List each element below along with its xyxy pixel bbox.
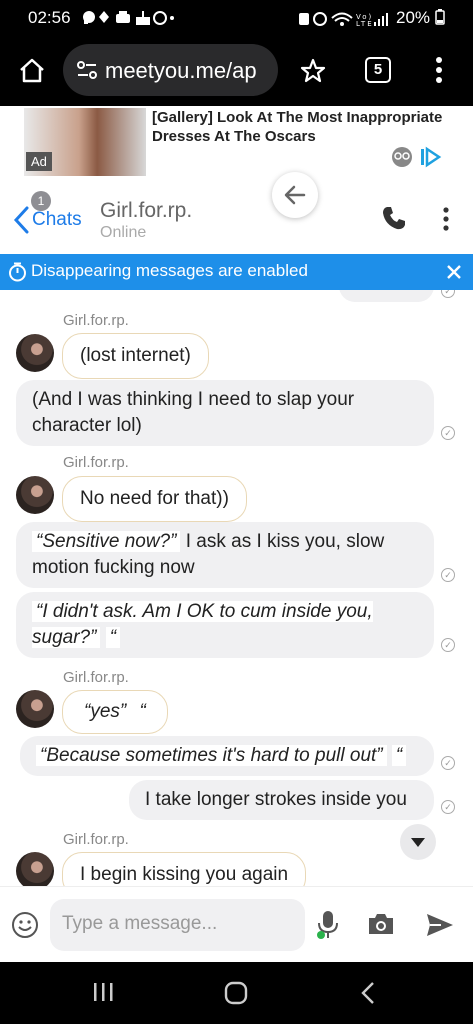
ad-label: Ad	[26, 152, 52, 171]
call-icon[interactable]	[381, 205, 407, 231]
camera-icon[interactable]	[367, 912, 395, 936]
avatar[interactable]	[16, 852, 54, 886]
send-icon[interactable]	[425, 912, 455, 938]
notification-icon-row	[83, 11, 174, 25]
read-check-icon: ✓	[441, 290, 455, 298]
quoted-text: “I didn't ask. Am I OK to cum inside you…	[32, 601, 373, 648]
microphone-icon[interactable]	[314, 909, 342, 941]
message-text: I begin kissing you again	[80, 864, 289, 885]
address-bar[interactable]: meetyou.me/ap	[63, 44, 278, 96]
read-check-icon: ✓	[441, 756, 455, 770]
clock: 02:56	[28, 8, 71, 27]
recent-apps-icon[interactable]	[92, 981, 114, 1003]
message-bubble[interactable]: “Because sometimes it's hard to pull out…	[20, 736, 434, 776]
close-icon[interactable]	[447, 265, 461, 279]
chat-menu-icon[interactable]	[441, 206, 451, 232]
browser-back-button[interactable]	[272, 172, 318, 218]
svg-text:LTE: LTE	[356, 20, 374, 28]
message-text: No need for that))	[80, 488, 229, 509]
status-bar: 02:56 Vo) LTE 20%	[0, 0, 473, 36]
battery-icon	[435, 9, 445, 25]
message-sender: Girl.for.rp.	[63, 312, 129, 329]
message-bubble[interactable]: I take longer strokes inside you	[129, 780, 434, 820]
home-nav-icon[interactable]	[224, 981, 248, 1005]
read-check-icon: ✓	[441, 800, 455, 814]
message-text: (And I was thinking I need to slap your …	[32, 389, 355, 436]
trailing-quote: “	[391, 745, 407, 766]
arrow-left-icon[interactable]	[283, 183, 307, 207]
emoji-icon[interactable]	[11, 911, 39, 939]
avatar[interactable]	[16, 334, 54, 372]
read-check-icon: ✓	[441, 426, 455, 440]
quoted-text: “Sensitive now?”	[32, 531, 181, 552]
message-list[interactable]: ✓ Girl.for.rp. (lost internet) (And I wa…	[0, 290, 473, 886]
ad-choices-icon[interactable]	[391, 146, 443, 168]
quoted-text: “Because sometimes it's hard to pull out…	[36, 745, 387, 766]
message-sender: Girl.for.rp.	[63, 454, 129, 471]
chevron-down-icon[interactable]	[411, 838, 425, 847]
battery-percent: 20%	[396, 8, 431, 27]
message-input[interactable]	[62, 913, 292, 935]
tab-count: 5	[373, 61, 383, 78]
browser-menu-icon[interactable]	[434, 56, 444, 84]
avatar[interactable]	[16, 690, 54, 728]
ad-headline[interactable]: [Gallery] Look At The Most Inappropriate…	[152, 108, 452, 146]
url-text: meetyou.me/ap	[105, 58, 257, 83]
message-sender: Girl.for.rp.	[63, 831, 129, 848]
message-bubble[interactable]: “I didn't ask. Am I OK to cum inside you…	[16, 592, 434, 658]
system-nav-bar	[0, 962, 473, 1024]
contact-name[interactable]: Girl.for.rp.	[100, 199, 192, 223]
banner-text: Disappearing messages are enabled	[31, 261, 308, 280]
chat-header: 1 Chats Girl.for.rp. Online	[0, 180, 473, 254]
disappearing-messages-banner: Disappearing messages are enabled	[0, 254, 473, 290]
timer-icon	[9, 262, 26, 282]
message-bubble[interactable]: “yes” “	[62, 690, 168, 734]
back-nav-icon[interactable]	[360, 981, 376, 1005]
contact-status: Online	[100, 224, 147, 241]
message-sender: Girl.for.rp.	[63, 669, 129, 686]
chats-link[interactable]: Chats	[32, 209, 82, 231]
battery-level: 20%	[396, 8, 445, 28]
message-text: (lost internet)	[80, 345, 191, 366]
trailing-quote: “	[105, 627, 121, 648]
signal-wifi-icons: Vo) LTE	[299, 12, 388, 28]
system-icons: Vo) LTE	[298, 10, 392, 31]
bookmark-star-icon[interactable]	[299, 57, 327, 85]
message-bubble-partial[interactable]	[339, 290, 434, 302]
read-check-icon: ✓	[441, 568, 455, 582]
quoted-text: “yes”	[80, 701, 131, 722]
home-icon[interactable]	[18, 56, 46, 84]
message-text: I take longer strokes inside you	[145, 789, 407, 810]
message-bubble[interactable]: (And I was thinking I need to slap your …	[16, 380, 434, 446]
composer-bar	[0, 886, 473, 962]
browser-toolbar: meetyou.me/ap 5	[0, 36, 473, 106]
avatar[interactable]	[16, 476, 54, 514]
notification-icons	[82, 9, 174, 30]
message-bubble[interactable]: I begin kissing you again	[62, 852, 307, 886]
trailing-quote: “	[135, 701, 150, 722]
message-field[interactable]	[50, 899, 305, 951]
message-bubble[interactable]: “Sensitive now?” I ask as I kiss you, sl…	[16, 522, 434, 588]
unread-badge: 1	[31, 191, 51, 211]
ad-banner[interactable]: Ad [Gallery] Look At The Most Inappropri…	[0, 106, 473, 180]
message-bubble[interactable]: (lost internet)	[62, 333, 209, 379]
back-chevron-icon[interactable]	[12, 206, 30, 234]
read-check-icon: ✓	[441, 638, 455, 652]
scroll-to-bottom-button[interactable]	[400, 824, 436, 860]
tabs-button[interactable]: 5	[365, 57, 391, 83]
site-settings-icon[interactable]	[77, 61, 97, 79]
message-bubble[interactable]: No need for that))	[62, 476, 247, 522]
